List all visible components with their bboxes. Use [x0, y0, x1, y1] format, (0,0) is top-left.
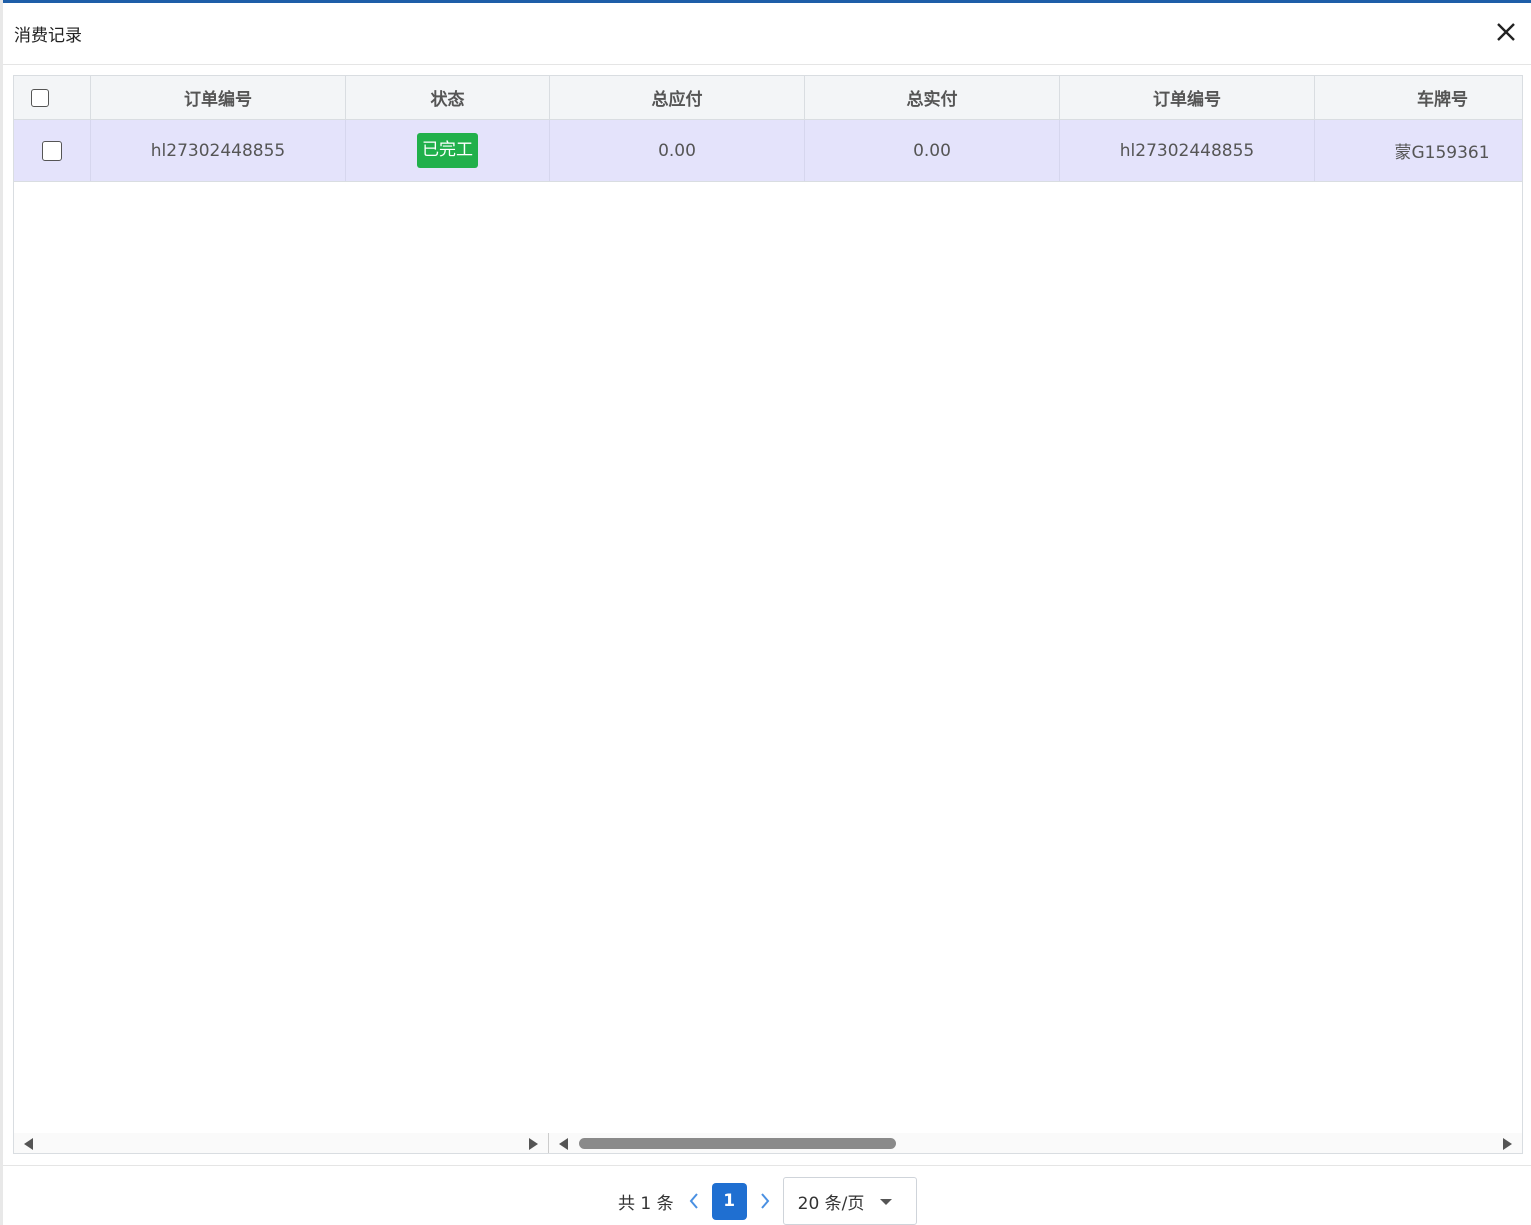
scroll-left-icon[interactable] [24, 1138, 33, 1150]
header-label: 状态 [430, 90, 465, 110]
table-row[interactable]: hl27302448855 已完工 0.00 0.00 hl2730244885… [14, 120, 1522, 182]
scroll-right-icon[interactable] [529, 1138, 538, 1150]
select-all-checkbox[interactable] [31, 88, 49, 107]
total-due-text: 0.00 [658, 140, 696, 161]
records-table: 订单编号 状态 总应付 总实付 订单编号 车牌号 hl27302448855 已… [13, 75, 1523, 1154]
cell-total-paid: 0.00 [805, 120, 1060, 181]
header-label: 订单编号 [1153, 90, 1221, 110]
header-total-due[interactable]: 总应付 [550, 76, 805, 119]
scrollbar-thumb[interactable] [579, 1138, 896, 1149]
next-page-icon[interactable] [755, 1191, 775, 1211]
order-no-2-text: hl27302448855 [1119, 140, 1255, 161]
plate-text: 蒙G159361 [1394, 143, 1490, 163]
pagination: 共 1 条 1 20 条/页 [618, 1177, 917, 1225]
current-page-button[interactable]: 1 [711, 1182, 747, 1220]
header-label: 总实付 [906, 90, 958, 110]
chevron-down-icon [879, 1199, 892, 1205]
dialog-footer: 共 1 条 1 20 条/页 [3, 1165, 1531, 1225]
row-select-cell [14, 120, 91, 181]
total-paid-text: 0.00 [913, 140, 951, 161]
status-badge: 已完工 [417, 133, 478, 168]
table-header: 订单编号 状态 总应付 总实付 订单编号 车牌号 [14, 76, 1522, 120]
header-status[interactable]: 状态 [346, 76, 550, 119]
cell-status: 已完工 [346, 120, 550, 181]
header-plate[interactable]: 车牌号 [1315, 76, 1522, 119]
header-order-no-2[interactable]: 订单编号 [1060, 76, 1315, 119]
header-label: 车牌号 [1417, 90, 1468, 110]
close-icon[interactable] [1493, 19, 1519, 45]
scroll-right-icon[interactable] [1503, 1138, 1512, 1150]
horizontal-scrollbar[interactable] [14, 1133, 1522, 1153]
row-checkbox[interactable] [42, 140, 62, 161]
total-count: 共 1 条 [618, 1193, 674, 1214]
consumption-record-dialog: 消费记录 订单编号 状态 总应付 总实付 订单编号 车牌号 hl27302448… [3, 3, 1531, 1225]
page-size-value: 20 条/页 [797, 1193, 865, 1214]
scrollbar-divider [548, 1133, 549, 1153]
header-order-no[interactable]: 订单编号 [91, 76, 346, 119]
cell-plate: 蒙G159361 [1315, 120, 1522, 181]
order-no-text: hl27302448855 [150, 140, 286, 161]
scroll-left-icon[interactable] [559, 1138, 568, 1150]
dialog-header: 消费记录 [3, 3, 1531, 65]
header-label: 总应付 [651, 90, 703, 110]
cell-total-due: 0.00 [550, 120, 805, 181]
header-label: 订单编号 [184, 90, 252, 110]
cell-order-no-2: hl27302448855 [1060, 120, 1315, 181]
dialog-title: 消费记录 [14, 26, 82, 46]
page-size-select[interactable]: 20 条/页 [782, 1177, 917, 1225]
header-total-paid[interactable]: 总实付 [805, 76, 1060, 119]
prev-page-icon[interactable] [684, 1191, 704, 1211]
cell-order-no: hl27302448855 [91, 120, 346, 181]
header-select-cell [14, 76, 91, 119]
